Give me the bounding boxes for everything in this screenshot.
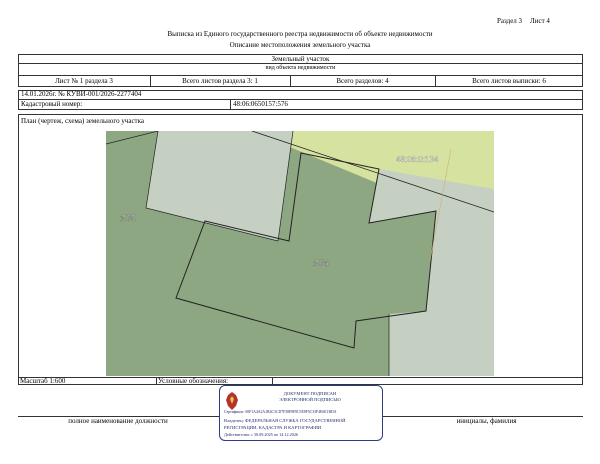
legend-label: Условные обозначения: <box>158 377 229 385</box>
sheet-number: Лист 4 <box>530 17 550 25</box>
cadastral-number-value: 48:06:0650157:576 <box>233 100 288 108</box>
document-title: Выписка из Единого государственного реес… <box>167 30 433 38</box>
sheets-total: Всего листов выписки: 6 <box>472 77 546 85</box>
object-kind-caption: вид объекта недвижимости <box>265 65 336 71</box>
label-main-parcel-576: :576 <box>313 259 329 268</box>
electronic-signature-stamp: ДОКУМЕНТ ПОДПИСАН ЭЛЕКТРОННОЙ ПОДПИСЬЮ С… <box>219 385 383 441</box>
emblem-icon <box>226 392 238 410</box>
scale-label: Масштаб 1:600 <box>20 377 66 385</box>
sheet-of-section: Лист № 1 раздела 3 <box>55 77 113 85</box>
sections-total: Всего разделов: 4 <box>336 77 389 85</box>
object-type: Земельный участок <box>271 55 330 63</box>
stamp-validity: Действителен: с 30.09.2025 по 14.12.2026 <box>224 432 299 437</box>
stamp-owner-cont: РЕГИСТРАЦИИ, КАДАСТРА И КАРТОГРАФИИ <box>224 425 322 430</box>
cadastral-number-label: Кадастровый номер: <box>21 100 83 108</box>
stamp-subtitle: ЭЛЕКТРОННОЙ ПОДПИСЬЮ <box>279 397 341 402</box>
stamp-title: ДОКУМЕНТ ПОДПИСАН <box>283 391 337 396</box>
parcel-map: :575 :576 48:06:0:134 <box>106 131 494 376</box>
position-caption: полное наименование должности <box>68 417 168 425</box>
plan-caption: План (чертеж, схема) земельного участка <box>21 117 145 125</box>
label-neighbor-575: :575 <box>120 214 136 223</box>
label-road-parcel: 48:06:0:134 <box>396 155 439 164</box>
stamp-owner: Владелец: ФЕДЕРАЛЬНАЯ СЛУЖБА ГОСУДАРСТВЕ… <box>224 418 346 423</box>
document-subtitle: Описание местоположения земельного участ… <box>229 41 371 49</box>
name-caption: инициалы, фамилия <box>456 417 517 425</box>
section-number: Раздел 3 <box>497 17 523 25</box>
stamp-certificate: Сертификат: 00F1A4A2A1B4C3CD7F38F8F8C5E8… <box>224 410 337 414</box>
sheets-in-section: Всего листов раздела 3: 1 <box>182 77 258 85</box>
record-date-number: 14.01.2026г. № КУВИ-001/2026-2277404 <box>21 90 142 98</box>
